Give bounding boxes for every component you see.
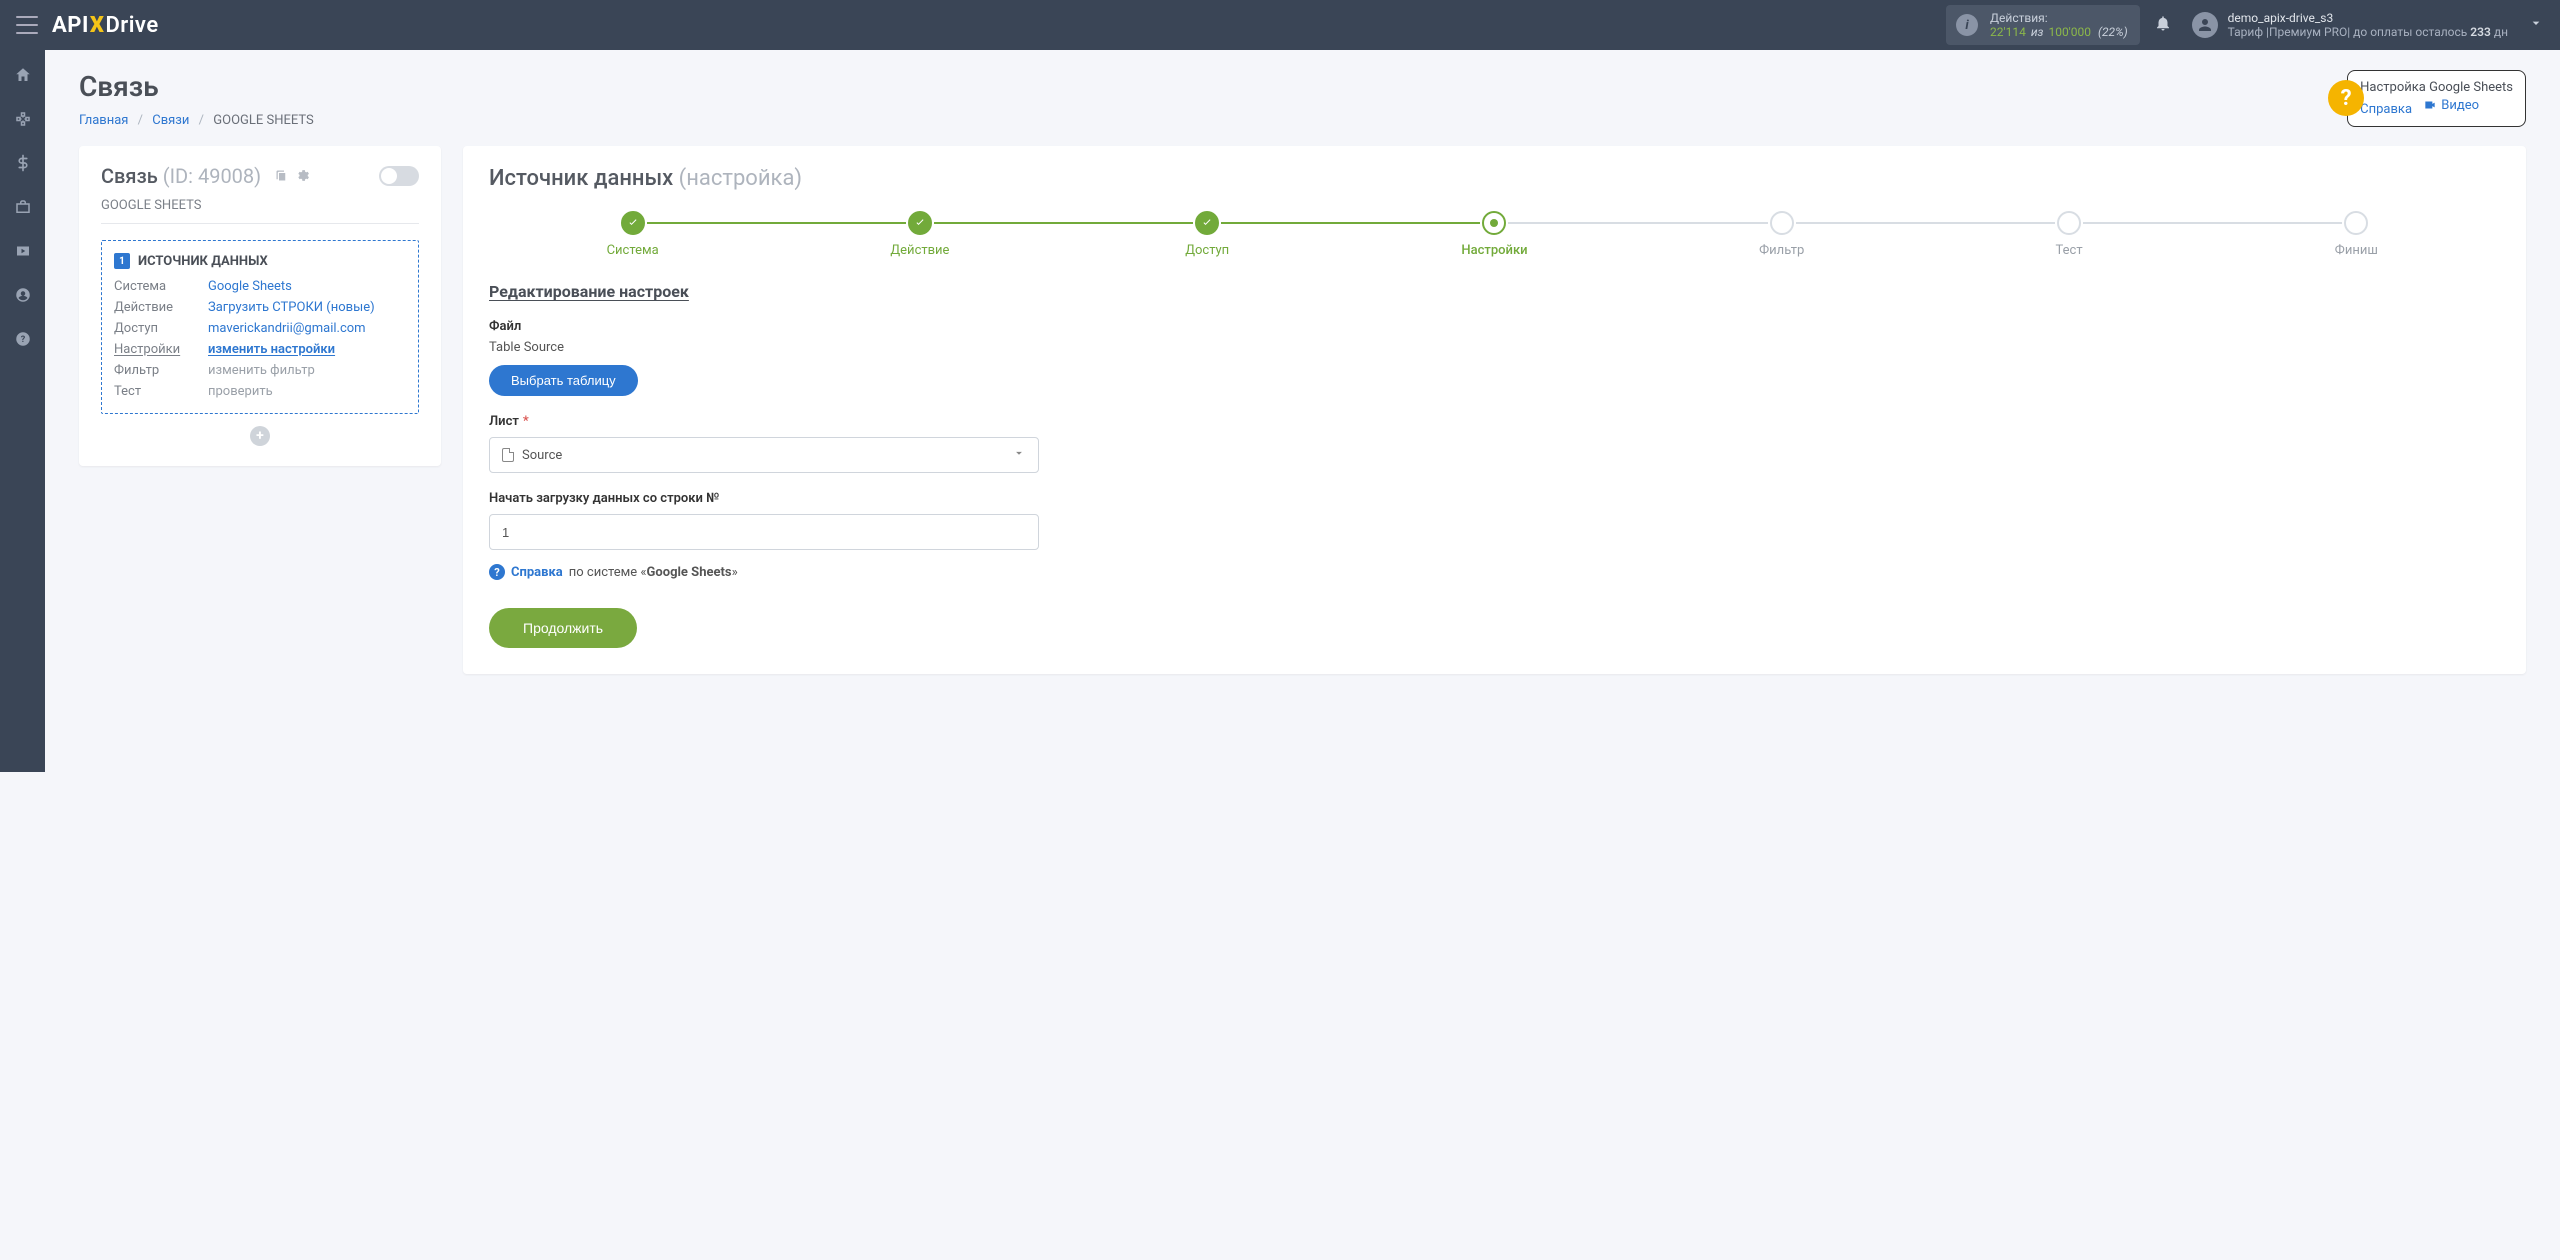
main-title: Источник данных [489,166,673,191]
user-plan-prefix: Тариф |Премиум PRO| до оплаты осталось [2228,25,2471,39]
question-badge-icon[interactable]: ? [2328,80,2364,116]
user-lines: demo_apix-drive_s3 Тариф |Премиум PRO| д… [2228,11,2508,40]
side-subtitle: GOOGLE SHEETS [101,198,419,224]
sheet-select[interactable]: Source [489,437,1039,473]
step-finish[interactable]: Финиш [2213,211,2500,258]
connection-toggle[interactable] [379,166,419,186]
home-icon[interactable] [12,64,34,86]
step-system[interactable]: Система [489,211,776,258]
row-filter-label: Фильтр [114,363,202,378]
section-title: Редактирование настроек [489,282,2500,301]
add-destination-button[interactable]: + [250,426,270,446]
help-callout: ? Настройка Google Sheets Справка Видео [2347,70,2526,127]
row-system-value[interactable]: Google Sheets [208,279,292,294]
user-menu[interactable]: demo_apix-drive_s3 Тариф |Премиум PRO| д… [2192,11,2508,40]
actions-lines: Действия: 22'114 из 100'000 (22%) [1990,11,2128,40]
row-settings-label: Настройки [114,342,202,357]
startrow-label: Начать загрузку данных со строки № [489,491,2500,506]
connections-icon[interactable] [12,108,34,130]
content-area: Связь Главная / Связи / GOOGLE SHEETS ? … [45,50,2560,772]
user-days-suffix: дн [2491,25,2508,39]
row-filter-value[interactable]: изменить фильтр [208,363,315,378]
app-header: API X Drive i Действия: 22'114 из 100'00… [0,0,2560,50]
sheet-value: Source [522,448,562,463]
app-logo[interactable]: API X Drive [52,13,159,38]
copy-icon[interactable] [274,168,289,183]
step-settings[interactable]: Настройки [1351,211,1638,258]
user-days: 233 [2470,25,2491,39]
help-mid: по системе « [569,565,647,580]
logo-drive: Drive [105,13,158,38]
gear-icon[interactable] [295,168,310,183]
connection-side-panel: Связь (ID: 49008) GOOGLE SHEETS 1 [79,146,441,466]
question-icon: ? [489,564,505,580]
logo-api: API [52,13,89,38]
chevron-down-icon[interactable] [2528,15,2544,35]
file-label: Файл [489,319,2500,334]
help-title: Настройка Google Sheets [2360,79,2513,97]
document-icon [502,448,514,462]
briefcase-icon[interactable] [12,196,34,218]
row-access-label: Доступ [114,321,202,336]
startrow-input[interactable] [489,514,1039,550]
video-icon[interactable] [12,240,34,262]
help-ref-link[interactable]: Справка [511,565,563,580]
side-title: Связь [101,164,158,188]
row-system-label: Система [114,279,202,294]
actions-label: Действия: [1990,11,2128,25]
help-end: » [732,565,738,580]
info-icon: i [1956,14,1978,36]
user-name: demo_apix-drive_s3 [2228,11,2508,25]
row-test-label: Тест [114,384,202,399]
actions-counter[interactable]: i Действия: 22'114 из 100'000 (22%) [1946,5,2140,46]
svg-text:?: ? [20,335,25,345]
source-heading: ИСТОЧНИК ДАННЫХ [138,254,268,269]
breadcrumb-links[interactable]: Связи [152,113,189,128]
choose-table-button[interactable]: Выбрать таблицу [489,365,638,396]
side-id: (ID: 49008) [163,164,261,188]
sheet-label: Лист [489,414,519,429]
stepper: Система Действие Доступ Настройки [489,211,2500,258]
step-test[interactable]: Тест [1925,211,2212,258]
step-action[interactable]: Действие [776,211,1063,258]
inline-help: ? Справка по системе «Google Sheets» [489,564,2500,580]
row-action-value[interactable]: Загрузить СТРОКИ (новые) [208,300,375,315]
breadcrumb-current: GOOGLE SHEETS [213,113,313,128]
help-link-video[interactable]: Видео [2423,97,2479,115]
billing-icon[interactable] [12,152,34,174]
main-panel: Источник данных (настройка) Система Дейс… [463,146,2526,674]
help-link-reference[interactable]: Справка [2360,101,2412,116]
profile-icon[interactable] [12,284,34,306]
row-access-value[interactable]: maverickandrii@gmail.com [208,321,366,336]
file-value: Table Source [489,340,2500,355]
row-settings-value[interactable]: изменить настройки [208,342,335,357]
main-title-light: (настройка) [679,166,802,191]
row-action-label: Действие [114,300,202,315]
row-test-value[interactable]: проверить [208,384,273,399]
actions-pct: (22%) [2098,25,2128,39]
logo-x: X [90,13,105,38]
bell-icon[interactable] [2154,14,2172,36]
breadcrumb-home[interactable]: Главная [79,113,128,128]
help-video-label: Видео [2441,97,2479,115]
source-block: 1 ИСТОЧНИК ДАННЫХ Система Google Sheets … [101,240,419,414]
actions-of: из [2031,25,2044,39]
actions-count: 22'114 [1990,25,2026,39]
page-title: Связь [79,70,314,103]
source-badge: 1 [114,253,130,269]
actions-total: 100'000 [2048,25,2091,39]
step-access[interactable]: Доступ [1064,211,1351,258]
sidebar-nav: ? [0,50,45,772]
breadcrumb: Главная / Связи / GOOGLE SHEETS [79,113,314,128]
step-filter[interactable]: Фильтр [1638,211,1925,258]
continue-button[interactable]: Продолжить [489,608,637,648]
required-mark: * [523,414,529,429]
chevron-down-icon [1012,446,1026,464]
avatar-icon [2192,12,2218,38]
help-sys: Google Sheets [647,565,732,580]
menu-icon[interactable] [16,16,38,34]
help-icon[interactable]: ? [12,328,34,350]
